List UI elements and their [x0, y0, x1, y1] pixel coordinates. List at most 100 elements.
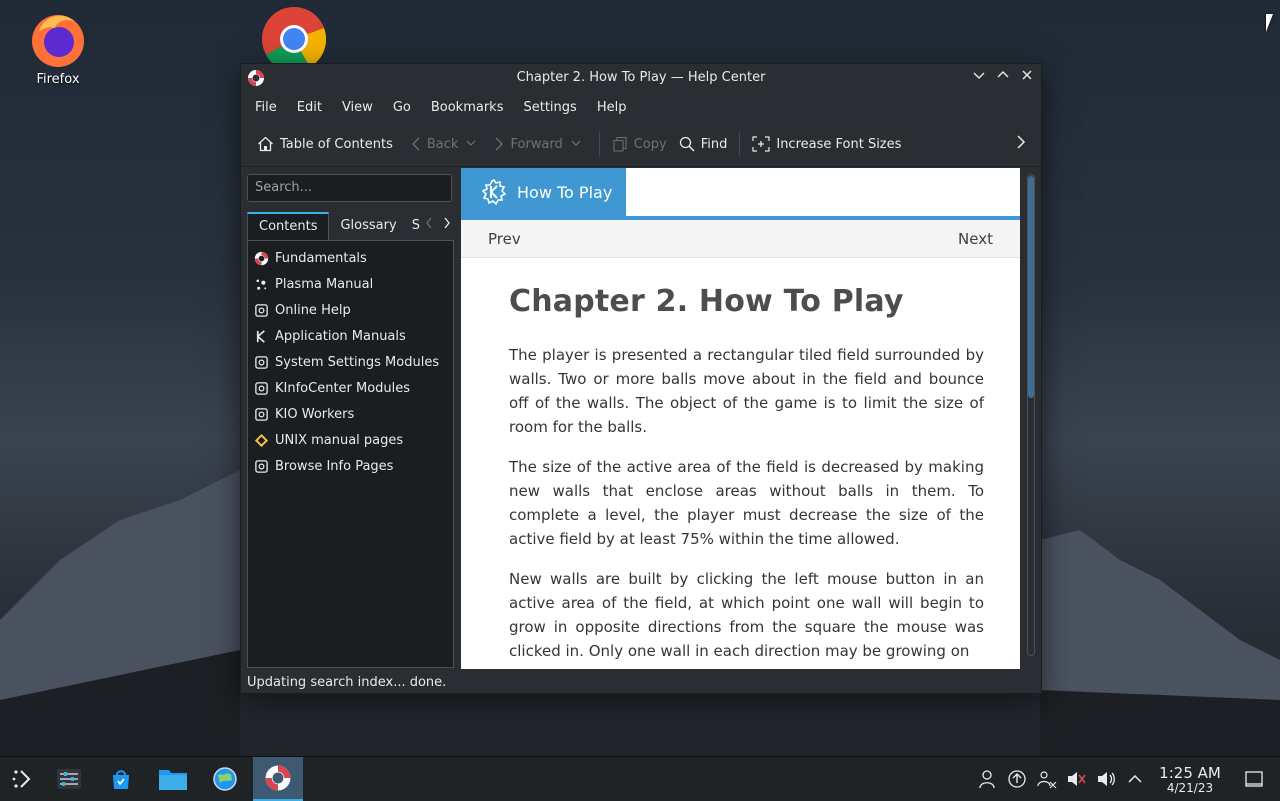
microphone-muted-icon[interactable] — [1066, 769, 1086, 789]
paragraph: The size of the active area of the field… — [509, 458, 984, 548]
tab-glossary[interactable]: Glossary — [329, 212, 407, 240]
copy-button[interactable]: Copy — [606, 129, 673, 159]
task-discover-button[interactable] — [98, 757, 144, 801]
scrollbar-thumb[interactable] — [1028, 176, 1034, 398]
tree-item-label: UNIX manual pages — [275, 432, 404, 448]
toolbar: Table of Contents Back Forward Copy Find — [241, 122, 1041, 167]
show-desktop-icon[interactable] — [1244, 769, 1264, 789]
globe-icon — [213, 767, 237, 791]
module-icon — [253, 380, 269, 396]
tree-item-label: KIO Workers — [275, 406, 355, 422]
tree-item-label: Application Manuals — [275, 328, 406, 344]
user-icon[interactable] — [977, 769, 997, 789]
task-help-center-button[interactable] — [253, 757, 303, 801]
module-icon — [253, 458, 269, 474]
home-icon — [258, 136, 273, 152]
tab-scroll-arrows — [422, 216, 454, 234]
clock-date: 4/21/23 — [1166, 781, 1214, 795]
next-link[interactable]: Next — [958, 230, 993, 248]
copy-icon — [613, 137, 627, 152]
toolbar-separator — [739, 132, 741, 156]
arrow-left-icon — [411, 137, 420, 151]
chevron-right-icon[interactable] — [440, 216, 454, 234]
menu-settings[interactable]: Settings — [513, 100, 586, 115]
tree-item-label: Fundamentals — [275, 250, 367, 266]
status-bar: Updating search index... done. — [247, 675, 447, 690]
table-of-contents-button[interactable]: Table of Contents — [251, 129, 399, 159]
contents-tree: Fundamentals Plasma Manual Online Help A… — [247, 240, 454, 668]
digital-clock[interactable]: 1:25 AM 4/21/23 — [1150, 765, 1230, 795]
task-browser-button[interactable] — [202, 757, 248, 801]
help-center-window: Chapter 2. How To Play — Help Center Fil… — [240, 63, 1042, 694]
tab-contents[interactable]: Contents — [247, 212, 330, 240]
menu-bar: File Edit View Go Bookmarks Settings Hel… — [241, 92, 1041, 122]
back-button[interactable]: Back — [405, 129, 489, 159]
search-icon — [679, 136, 695, 152]
document-view: How To Play Prev Next Chapter 2. How To … — [461, 168, 1020, 669]
minimize-button[interactable] — [969, 68, 989, 88]
menu-bookmarks[interactable]: Bookmarks — [421, 100, 514, 115]
content-scrollbar[interactable] — [1027, 174, 1035, 656]
increase-font-sizes-button[interactable]: Increase Font Sizes — [746, 129, 907, 159]
doc-header: How To Play — [461, 168, 1020, 220]
paragraph: The player is presented a rectangular ti… — [509, 346, 984, 436]
chevron-left-icon[interactable] — [422, 216, 436, 234]
doc-header-tab: How To Play — [461, 168, 626, 216]
close-icon — [1022, 70, 1032, 80]
firefox-icon — [29, 10, 87, 68]
mouse-cursor-icon — [1266, 14, 1273, 32]
chevron-down-icon[interactable] — [571, 139, 587, 150]
menu-go[interactable]: Go — [383, 100, 421, 115]
tree-item-browse-info-pages[interactable]: Browse Info Pages — [248, 453, 453, 479]
kde-connect-icon[interactable] — [1037, 769, 1057, 789]
tree-item-plasma-manual[interactable]: Plasma Manual — [248, 271, 453, 297]
close-button[interactable] — [1017, 68, 1037, 88]
tree-item-label: System Settings Modules — [275, 354, 440, 370]
tree-item-online-help[interactable]: Online Help — [248, 297, 453, 323]
chevron-up-icon[interactable] — [1125, 769, 1145, 789]
paragraph: New walls are built by clicking the left… — [509, 570, 984, 660]
sidebar: Search... Contents Glossary S Fundamenta… — [247, 174, 454, 668]
toolbar-separator — [598, 132, 600, 156]
shopping-bag-icon — [113, 770, 129, 789]
tree-item-kio-workers[interactable]: KIO Workers — [248, 401, 453, 427]
module-icon — [253, 406, 269, 422]
update-icon[interactable] — [1007, 769, 1027, 789]
doc-body: Chapter 2. How To Play The player is pre… — [461, 284, 1020, 663]
chapter-heading: Chapter 2. How To Play — [509, 284, 904, 319]
module-icon — [253, 354, 269, 370]
application-launcher-button[interactable] — [0, 757, 46, 801]
tree-item-system-settings-modules[interactable]: System Settings Modules — [248, 349, 453, 375]
forward-button[interactable]: Forward — [488, 129, 592, 159]
chevron-right-icon — [1017, 135, 1026, 149]
tree-item-kinfocenter-modules[interactable]: KInfoCenter Modules — [248, 375, 453, 401]
desktop-icon-firefox[interactable]: Firefox — [18, 10, 98, 87]
toolbar-overflow-button[interactable] — [1015, 134, 1033, 154]
maximize-button[interactable] — [993, 68, 1013, 88]
launcher-icon — [12, 770, 31, 788]
desktop-icon-chrome[interactable] — [250, 6, 330, 72]
menu-edit[interactable]: Edit — [287, 100, 332, 115]
tree-item-fundamentals[interactable]: Fundamentals — [248, 245, 453, 271]
find-button[interactable]: Find — [673, 129, 734, 159]
folder-icon — [159, 770, 187, 790]
plasma-icon — [253, 276, 269, 292]
table-of-contents-label: Table of Contents — [280, 136, 393, 152]
chevron-down-icon[interactable] — [466, 139, 482, 150]
menu-file[interactable]: File — [245, 100, 287, 115]
lifebuoy-icon — [265, 765, 291, 791]
prev-link[interactable]: Prev — [488, 230, 521, 248]
tree-item-application-manuals[interactable]: Application Manuals — [248, 323, 453, 349]
search-input[interactable]: Search... — [247, 174, 452, 202]
doc-navbar: Prev Next — [461, 220, 1020, 258]
diamond-icon — [253, 432, 269, 448]
zoom-in-icon — [752, 136, 770, 152]
title-bar[interactable]: Chapter 2. How To Play — Help Center — [241, 64, 1041, 92]
menu-view[interactable]: View — [332, 100, 383, 115]
task-system-settings-button[interactable] — [46, 757, 92, 801]
arrow-right-icon — [495, 137, 504, 151]
tree-item-unix-manual-pages[interactable]: UNIX manual pages — [248, 427, 453, 453]
volume-icon[interactable] — [1096, 769, 1116, 789]
menu-help[interactable]: Help — [587, 100, 637, 115]
task-file-manager-button[interactable] — [150, 757, 196, 801]
